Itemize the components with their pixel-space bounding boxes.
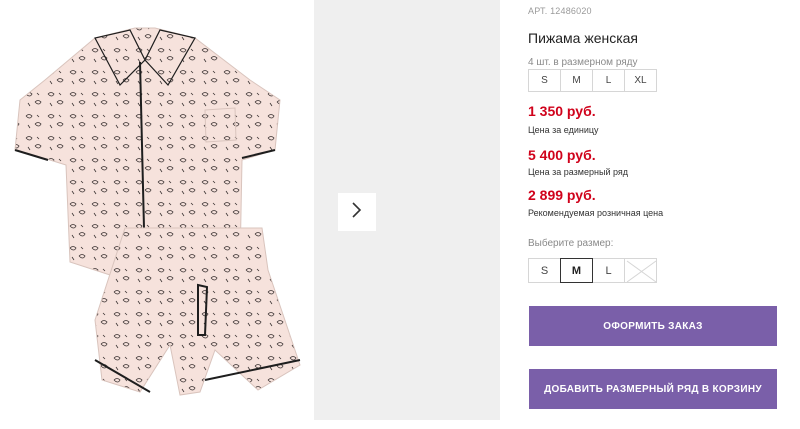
- size-option-s[interactable]: S: [528, 258, 561, 283]
- pack-size-l: L: [592, 69, 625, 92]
- choose-size-label: Выберите размер:: [528, 238, 614, 249]
- price-retail-label: Рекомендуемая розничная цена: [528, 208, 664, 218]
- product-image[interactable]: [0, 0, 312, 429]
- size-option-l[interactable]: L: [592, 258, 625, 283]
- pack-size-xl: XL: [624, 69, 657, 92]
- pack-size-s: S: [528, 69, 561, 92]
- chevron-right-icon: [351, 201, 363, 224]
- add-pack-to-cart-button[interactable]: ДОБАВИТЬ РАЗМЕРНЫЙ РЯД В КОРЗИНУ: [529, 369, 777, 409]
- product-title: Пижама женская: [528, 30, 639, 46]
- size-selector: S M L: [528, 258, 657, 283]
- price-unit-label: Цена за единицу: [528, 125, 599, 135]
- size-option-unavailable: [624, 258, 657, 283]
- size-option-m[interactable]: M: [560, 258, 593, 283]
- gallery-next-button[interactable]: [338, 193, 376, 231]
- pack-note: 4 шт. в размерном ряду: [528, 57, 638, 68]
- place-order-button[interactable]: ОФОРМИТЬ ЗАКАЗ: [529, 306, 777, 346]
- article-number: АРТ. 12486020: [528, 6, 592, 16]
- price-pack: 5 400 руб.: [528, 147, 596, 163]
- pack-size-m: M: [560, 69, 593, 92]
- pack-sizes: S M L XL: [528, 69, 657, 92]
- price-unit: 1 350 руб.: [528, 103, 596, 119]
- price-retail: 2 899 руб.: [528, 187, 596, 203]
- price-pack-label: Цена за размерный ряд: [528, 167, 629, 177]
